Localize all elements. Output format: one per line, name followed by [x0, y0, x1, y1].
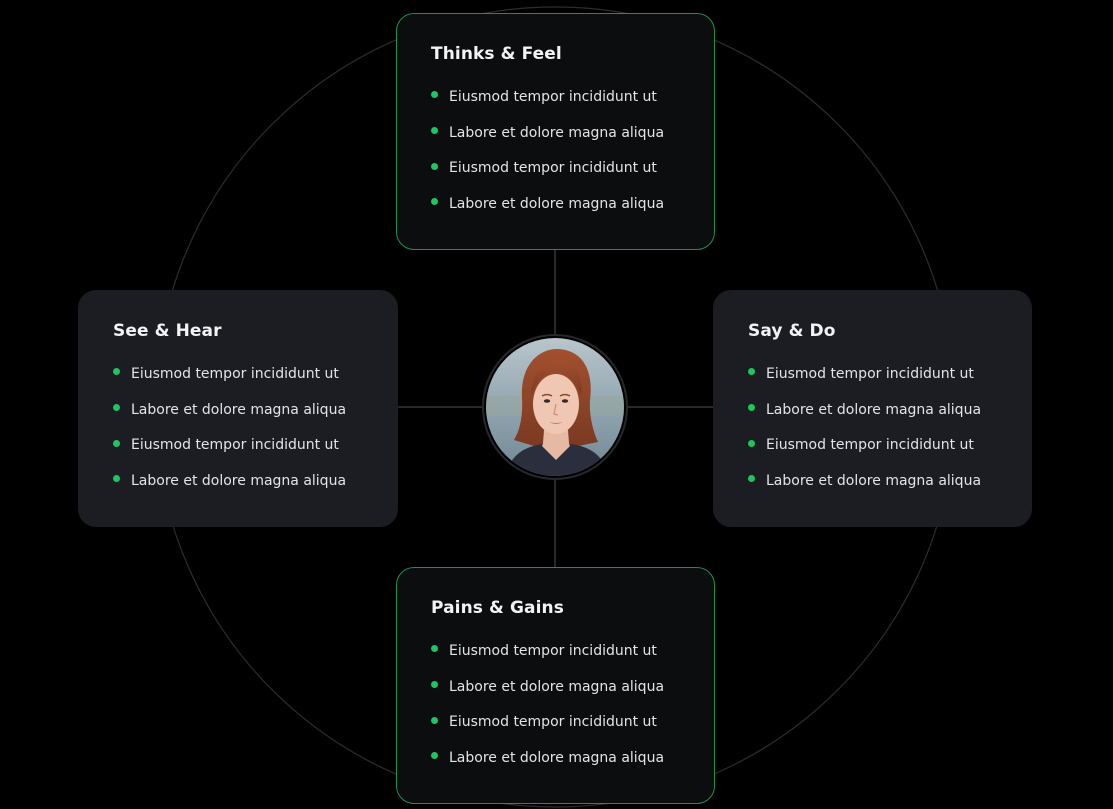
bullet-dot-icon	[113, 475, 120, 483]
card-title: Thinks & Feel	[431, 44, 562, 64]
list-item-text: Labore et dolore magna aliqua	[131, 401, 347, 418]
card-see-hear: See & Hear Eiusmod tempor incididunt ut …	[78, 290, 398, 527]
list-item-text: Eiusmod tempor incididunt ut	[449, 160, 657, 177]
list-item: Eiusmod tempor incididunt ut	[431, 79, 680, 115]
list-item-text: Labore et dolore magna aliqua	[449, 195, 665, 212]
card-pains-gains: Pains & Gains Eiusmod tempor incididunt …	[396, 567, 715, 804]
list-item: Labore et dolore magna aliqua	[748, 392, 997, 428]
card-title: See & Hear	[113, 321, 222, 341]
list-item: Eiusmod tempor incididunt ut	[431, 633, 680, 669]
list-item: Eiusmod tempor incididunt ut	[431, 704, 680, 740]
list-item-text: Eiusmod tempor incididunt ut	[449, 642, 657, 659]
bullet-dot-icon	[431, 716, 438, 724]
bullet-list: Eiusmod tempor incididunt ut Labore et d…	[113, 356, 363, 499]
list-item: Labore et dolore magna aliqua	[431, 669, 680, 705]
list-item: Labore et dolore magna aliqua	[113, 463, 363, 499]
list-item: Eiusmod tempor incididunt ut	[431, 150, 680, 186]
card-thinks-feel: Thinks & Feel Eiusmod tempor incididunt …	[396, 13, 715, 250]
bullet-dot-icon	[431, 752, 438, 760]
list-item: Labore et dolore magna aliqua	[748, 463, 997, 499]
list-item: Labore et dolore magna aliqua	[113, 392, 363, 428]
bullet-list: Eiusmod tempor incididunt ut Labore et d…	[748, 356, 997, 499]
list-item: Labore et dolore magna aliqua	[431, 740, 680, 776]
list-item: Eiusmod tempor incididunt ut	[113, 427, 363, 463]
bullet-dot-icon	[748, 475, 755, 483]
bullet-list: Eiusmod tempor incididunt ut Labore et d…	[431, 633, 680, 776]
bullet-dot-icon	[431, 127, 438, 135]
list-item: Eiusmod tempor incididunt ut	[748, 356, 997, 392]
bullet-dot-icon	[431, 91, 438, 99]
avatar	[482, 334, 628, 480]
card-say-do: Say & Do Eiusmod tempor incididunt ut La…	[713, 290, 1032, 527]
person-portrait-icon	[486, 338, 624, 476]
list-item: Eiusmod tempor incididunt ut	[113, 356, 363, 392]
bullet-dot-icon	[748, 439, 755, 447]
bullet-dot-icon	[748, 404, 755, 412]
list-item: Eiusmod tempor incididunt ut	[748, 427, 997, 463]
list-item-text: Eiusmod tempor incididunt ut	[449, 88, 657, 105]
list-item-text: Labore et dolore magna aliqua	[131, 472, 347, 489]
list-item-text: Eiusmod tempor incididunt ut	[766, 437, 974, 454]
bullet-dot-icon	[113, 368, 120, 376]
list-item-text: Eiusmod tempor incididunt ut	[766, 365, 974, 382]
bullet-dot-icon	[431, 198, 438, 206]
list-item-text: Labore et dolore magna aliqua	[449, 124, 665, 141]
bullet-dot-icon	[431, 681, 438, 689]
list-item: Labore et dolore magna aliqua	[431, 186, 680, 222]
list-item-text: Eiusmod tempor incididunt ut	[449, 714, 657, 731]
card-title: Pains & Gains	[431, 598, 564, 618]
bullet-dot-icon	[431, 162, 438, 170]
list-item: Labore et dolore magna aliqua	[431, 115, 680, 151]
empathy-map: Thinks & Feel Eiusmod tempor incididunt …	[0, 0, 1113, 809]
bullet-dot-icon	[113, 439, 120, 447]
list-item-text: Labore et dolore magna aliqua	[766, 401, 982, 418]
card-title: Say & Do	[748, 321, 836, 341]
list-item-text: Labore et dolore magna aliqua	[766, 472, 982, 489]
bullet-dot-icon	[748, 368, 755, 376]
list-item-text: Eiusmod tempor incididunt ut	[131, 365, 339, 382]
bullet-dot-icon	[431, 645, 438, 653]
list-item-text: Labore et dolore magna aliqua	[449, 749, 665, 766]
bullet-dot-icon	[113, 404, 120, 412]
list-item-text: Eiusmod tempor incididunt ut	[131, 437, 339, 454]
bullet-list: Eiusmod tempor incididunt ut Labore et d…	[431, 79, 680, 222]
list-item-text: Labore et dolore magna aliqua	[449, 678, 665, 695]
